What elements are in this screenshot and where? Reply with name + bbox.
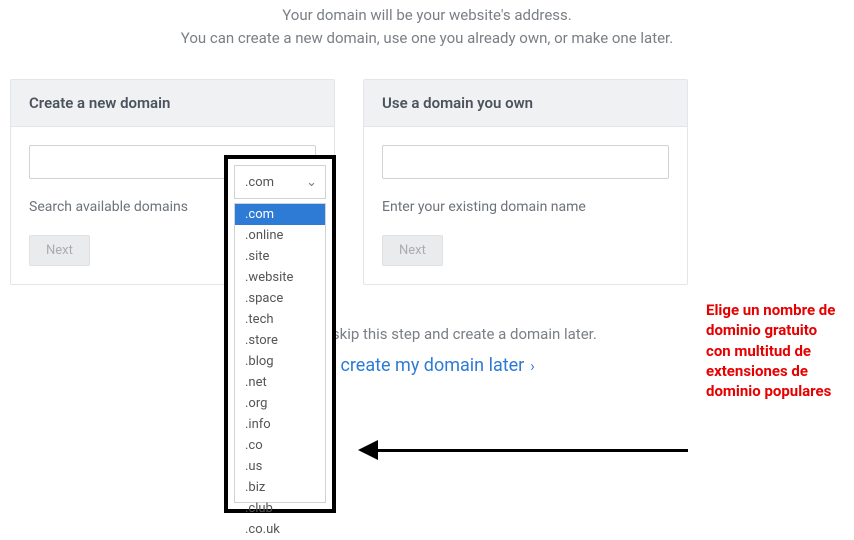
create-later-link[interactable]: I'll create my domain later › [319,355,535,376]
tld-dropdown-selected[interactable]: .com ⌄ [234,165,326,199]
tld-dropdown-selected-label: .com [245,175,274,190]
own-input-row [382,145,669,179]
tld-option[interactable]: .store [235,330,325,351]
tld-option[interactable]: .org [235,393,325,414]
own-helper-text: Enter your existing domain name [382,199,669,215]
later-link-label: I'll create my domain later [319,355,524,376]
tld-option[interactable]: .tech [235,309,325,330]
tld-option[interactable]: .space [235,288,325,309]
tld-dropdown-open: .com ⌄ .com.online.site.website.space.te… [224,155,336,513]
tld-dropdown-list: .com.online.site.website.space.tech.stor… [234,203,326,503]
annotation-text: Elige un nombre de dominio gratuito con … [706,300,836,401]
header-line-2: You can create a new domain, use one you… [0,27,854,50]
create-next-button[interactable]: Next [29,235,90,266]
tld-option[interactable]: .co.uk [235,519,325,540]
arrow-line [376,449,688,452]
create-card-title: Create a new domain [11,80,334,127]
tld-option[interactable]: .net [235,372,325,393]
tld-option[interactable]: .online [235,225,325,246]
tld-option[interactable]: .co [235,435,325,456]
own-next-button[interactable]: Next [382,235,443,266]
header-block: Your domain will be your website's addre… [0,0,854,49]
header-line-1: Your domain will be your website's addre… [0,4,854,27]
arrow-head-icon [358,440,378,460]
own-card-title: Use a domain you own [364,80,687,127]
own-domain-card: Use a domain you own Enter your existing… [363,79,688,285]
tld-option[interactable]: .com [235,204,325,225]
own-card-body: Enter your existing domain name Next [364,127,687,284]
tld-option[interactable]: .blog [235,351,325,372]
chevron-right-icon: › [530,357,535,375]
cards-row: Create a new domain .com ⌄ Search availa… [0,49,854,285]
tld-option[interactable]: .site [235,246,325,267]
tld-option[interactable]: .website [235,267,325,288]
tld-option[interactable]: .info [235,414,325,435]
existing-domain-input[interactable] [382,145,669,179]
annotation-arrow [358,440,688,460]
tld-option[interactable]: .us [235,456,325,477]
domain-search-input[interactable] [29,145,228,179]
tld-option[interactable]: .biz [235,477,325,498]
tld-option[interactable]: .club [235,498,325,519]
chevron-down-icon: ⌄ [306,175,317,190]
